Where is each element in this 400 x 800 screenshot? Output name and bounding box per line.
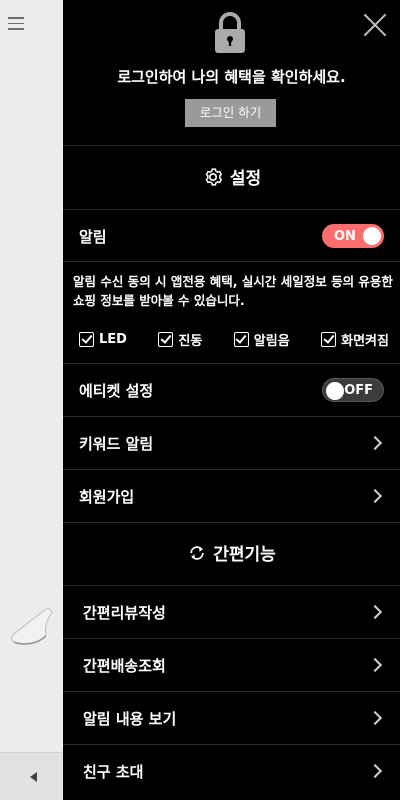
- shoe-image: [11, 607, 53, 645]
- signup-label: 회원가입: [79, 487, 135, 506]
- notification-options: LED 진동 알림음 화면켜짐: [79, 330, 389, 349]
- quick-review-row[interactable]: 간편리뷰작성: [63, 586, 400, 638]
- etiquette-label: 에티켓 설정: [79, 381, 154, 400]
- chevron-right-icon: [367, 657, 383, 673]
- checkbox-icon: [321, 332, 337, 347]
- quick-item-label: 간편배송조회: [83, 656, 166, 675]
- notification-description: 알림 수신 동의 시 앱전용 혜택, 실시간 세일정보 등의 유용한 쇼핑 정보…: [73, 274, 393, 308]
- chevron-right-icon: [367, 488, 383, 504]
- chevron-right-icon: [367, 710, 383, 726]
- back-arrow-icon[interactable]: [30, 772, 37, 782]
- chevron-right-icon: [367, 435, 383, 451]
- option-label: LED: [99, 332, 127, 347]
- divider: [63, 261, 400, 262]
- divider: [63, 522, 400, 523]
- option-led-checkbox[interactable]: LED: [79, 330, 127, 349]
- quick-features-header: 간편기능: [63, 540, 400, 565]
- login-message: 로그인하여 나의 혜택을 확인하세요.: [117, 68, 346, 86]
- toggle-text: ON: [334, 228, 356, 244]
- etiquette-toggle[interactable]: OFF: [322, 378, 384, 402]
- quick-delivery-row[interactable]: 간편배송조회: [63, 639, 400, 691]
- etiquette-row: 에티켓 설정 OFF: [63, 364, 400, 416]
- keyword-alert-label: 키워드 알림: [79, 434, 154, 453]
- notification-toggle[interactable]: ON: [322, 224, 384, 248]
- settings-title: 설정: [229, 169, 262, 189]
- invite-friend-row[interactable]: 친구 초대: [63, 745, 400, 797]
- side-drawer: 로그인하여 나의 혜택을 확인하세요. 로그인 하기 설정 알림 ON 알림 수…: [63, 0, 400, 800]
- toggle-knob: [326, 382, 344, 400]
- quick-item-label: 친구 초대: [83, 762, 144, 781]
- notification-label: 알림: [79, 227, 107, 246]
- option-label: 알림음: [253, 334, 290, 349]
- gear-icon: [205, 167, 222, 186]
- close-icon[interactable]: [362, 12, 388, 38]
- hamburger-icon[interactable]: [8, 17, 24, 31]
- lock-icon: [215, 12, 245, 53]
- option-screen-on-checkbox[interactable]: 화면켜짐: [321, 330, 389, 349]
- toggle-text: OFF: [344, 382, 373, 398]
- toggle-knob: [363, 227, 381, 245]
- quick-item-label: 간편리뷰작성: [83, 603, 166, 622]
- option-label: 진동: [178, 334, 203, 349]
- option-sound-checkbox[interactable]: 알림음: [233, 330, 290, 349]
- checkbox-icon: [158, 332, 174, 347]
- quick-item-label: 알림 내용 보기: [83, 709, 177, 728]
- chevron-right-icon: [367, 763, 383, 779]
- checkbox-icon: [79, 332, 94, 347]
- checkbox-icon: [233, 332, 249, 347]
- notification-row: 알림 ON: [63, 210, 400, 262]
- option-vibration-checkbox[interactable]: 진동: [158, 330, 202, 349]
- quick-features-title: 간편기능: [213, 545, 276, 565]
- signup-row[interactable]: 회원가입: [63, 470, 400, 522]
- divider: [63, 145, 400, 146]
- keyword-alert-row[interactable]: 키워드 알림: [63, 417, 400, 469]
- chevron-right-icon: [367, 604, 383, 620]
- settings-header: 설정: [63, 164, 400, 189]
- login-button[interactable]: 로그인 하기: [185, 99, 276, 127]
- view-notifications-row[interactable]: 알림 내용 보기: [63, 692, 400, 744]
- option-label: 화면켜짐: [341, 334, 389, 349]
- refresh-icon: [190, 545, 204, 560]
